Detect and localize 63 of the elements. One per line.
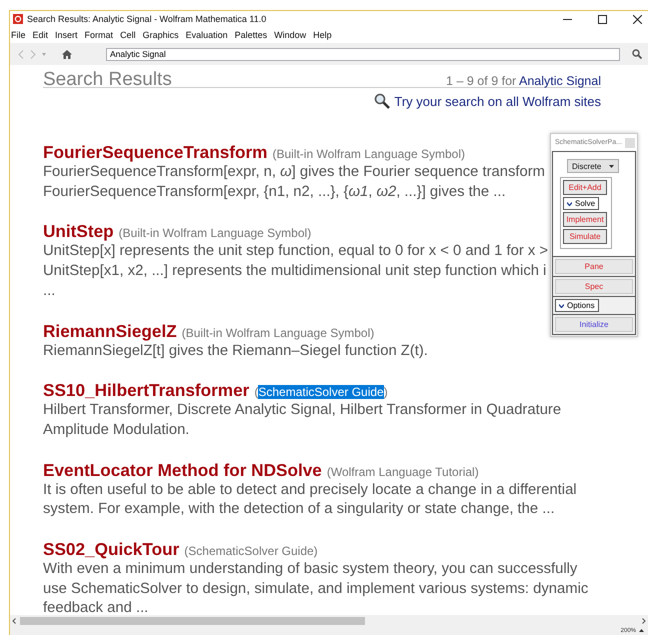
result-source: (SchematicSolver Guide) [254, 385, 388, 400]
section-toggle[interactable]: Options [555, 299, 599, 312]
result-title-link[interactable]: UnitStep [43, 221, 114, 242]
menu-item[interactable]: Help [313, 30, 332, 40]
result-description: Hilbert Transformer, Discrete Analytic Signal, Hilbert Transformer in Quadrature [43, 401, 562, 420]
palette-button[interactable]: Edit+Add [563, 180, 607, 195]
result-source: (Built-in Wolfram Language Symbol) [118, 226, 312, 240]
all-sites-search-link[interactable]: Try your search on all Wolfram sites [374, 93, 601, 109]
magnifier-icon [374, 93, 390, 109]
section-toggle[interactable]: Solve [563, 197, 600, 210]
result-description: With even a minimum understanding of basic system theory, you can successfully [43, 560, 578, 580]
palette-button[interactable]: Pane [555, 259, 633, 274]
scrollbar-thumb[interactable] [20, 616, 365, 624]
close-icon[interactable] [633, 14, 642, 24]
menu-item[interactable]: File [11, 30, 26, 40]
menu-item[interactable]: Format [84, 30, 114, 40]
app-logo-icon [13, 14, 23, 24]
result-title-link[interactable]: SS10_HilbertTransformer [43, 380, 250, 402]
result-description: use SchematicSolver to design, simulate, and implement various systems: dynamic [43, 580, 588, 599]
maximize-icon[interactable] [598, 14, 607, 24]
result-source: (Built-in Wolfram Language Symbol) [182, 326, 374, 340]
menu-item[interactable]: Palettes [234, 30, 268, 40]
home-icon[interactable] [62, 50, 72, 58]
window-title: Search Results: Analytic Signal - Wolfram Mathematica 11.0 [27, 14, 268, 24]
result-title-link[interactable]: FourierSequenceTransform [43, 142, 268, 163]
palette-button[interactable]: Simulate [563, 229, 607, 244]
result-source: (Built-in Wolfram Language Symbol) [272, 147, 465, 161]
menu-item[interactable]: Insert [55, 30, 78, 40]
result-title-link[interactable]: RiemannSiegelZ [43, 320, 177, 342]
dropdown-caret-icon [609, 164, 614, 168]
mode-dropdown[interactable]: Discrete [567, 159, 619, 173]
palette-button[interactable]: Spec [555, 279, 633, 294]
result-description: RiemannSiegelZ[t] gives the Riemann–Siegel function Z(t). [43, 342, 428, 361]
palette-button[interactable]: Initialize [555, 317, 633, 332]
zoom-caret-icon[interactable] [639, 629, 644, 632]
result-description: ... [43, 282, 56, 301]
result-description: UnitStep[x] represents the unit step function, equal to 0 for x < 0 and 1 for x > [43, 242, 548, 262]
menu-item[interactable]: Window [274, 30, 306, 40]
result-count: 1 – 9 of 9 for Analytic Signal [446, 74, 601, 88]
search-icon[interactable] [632, 49, 642, 59]
result-description: FourierSequenceTransform[expr, n, ω] gives the Fourier sequence transform [43, 163, 545, 182]
scroll-right-icon[interactable] [642, 618, 646, 624]
result-description: feedback and ... [43, 599, 148, 615]
menu-item[interactable]: Edit [32, 30, 48, 40]
result-source: (SchematicSolver Guide) [184, 544, 318, 558]
page-heading: Search Results [43, 69, 172, 91]
result-description: system. For example, with the detection of a singularity or state change, the ... [43, 500, 555, 520]
result-title-link[interactable]: EventLocator Method for NDSolve [43, 460, 322, 481]
minimize-icon[interactable] [563, 18, 572, 20]
address-field[interactable]: Analytic Signal [106, 48, 620, 60]
chevron-down-icon [567, 202, 572, 206]
chevron-down-icon [559, 304, 564, 308]
result-title-link[interactable]: SS02_QuickTour [43, 539, 180, 560]
result-description: UnitStep[x1, x2, ...] represents the multidimensional unit step function which i [43, 262, 546, 282]
menu-item[interactable]: Graphics [142, 30, 179, 40]
palette-button[interactable]: Implement [563, 212, 607, 227]
result-description: It is often useful to be able to detect and precisely locate a change in a differential [43, 480, 577, 500]
result-description: FourierSequenceTransform[expr, {n1, n2, ...}, {ω1, ω2, ...}] gives the ... [43, 182, 506, 202]
result-source: (Wolfram Language Tutorial) [326, 464, 479, 479]
menu-item[interactable]: Cell [120, 30, 136, 40]
menu-item[interactable]: Evaluation [186, 30, 228, 40]
scroll-left-icon[interactable] [12, 618, 16, 624]
result-description: Amplitude Modulation. [43, 420, 190, 440]
